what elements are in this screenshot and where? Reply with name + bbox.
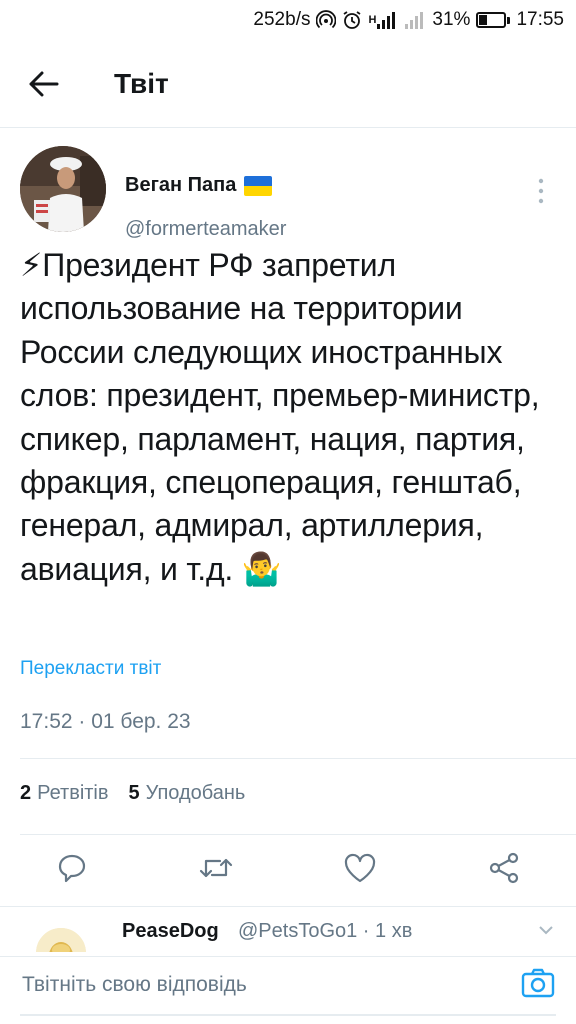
author-name[interactable]: Веган Папа [125, 174, 236, 197]
retweet-icon [199, 858, 233, 878]
arrow-left-icon [29, 71, 59, 96]
back-button[interactable] [14, 54, 74, 114]
ukraine-flag-icon [244, 175, 273, 196]
likes-stat[interactable]: 5 Уподобань [129, 782, 246, 805]
camera-icon [521, 968, 555, 998]
status-bar: 252b/s H 31% 17:55 [0, 0, 576, 40]
like-button[interactable] [340, 848, 380, 888]
camera-button[interactable] [520, 965, 556, 1001]
signal-2-icon [404, 11, 426, 29]
heart-icon [344, 853, 376, 883]
tweet-timestamp: 17:52 · 01 бер. 23 [20, 710, 191, 733]
retweets-stat[interactable]: 2 Ретвітів [20, 782, 109, 805]
top-app-bar: Твіт [0, 40, 576, 128]
likes-count: 5 [128, 782, 140, 804]
reply-meta: @PetsToGo1 · 1 хв [238, 920, 413, 942]
tweet-stats: 2 Ретвітів 5 Уподобань [20, 782, 245, 805]
translate-tweet-link[interactable]: Перекласти твіт [20, 658, 161, 680]
network-speed: 252b/s [253, 9, 311, 30]
page-title: Твіт [114, 67, 169, 99]
chevron-down-icon[interactable] [538, 922, 554, 938]
retweet-button[interactable] [196, 848, 236, 888]
tweet-author: Веган Папа @formerteamaker [20, 146, 556, 240]
reply-composer [0, 956, 576, 1024]
more-options-button[interactable] [534, 176, 548, 206]
hotspot-icon [316, 10, 337, 30]
retweets-label: Ретвітів [37, 782, 109, 804]
clock: 17:55 [516, 9, 564, 30]
tweet-actions [0, 830, 576, 910]
reply-avatar[interactable] [36, 928, 86, 952]
reply-icon [58, 854, 86, 883]
alarm-icon [342, 10, 362, 30]
reply-preview[interactable]: PeaseDog @PetsToGo1 · 1 хв [0, 906, 576, 952]
reply-author-name[interactable]: PeaseDog [122, 920, 219, 943]
reply-input[interactable] [22, 967, 492, 1003]
share-icon [489, 852, 519, 884]
battery-icon [476, 12, 511, 28]
author-handle[interactable]: @formerteamaker [125, 218, 286, 241]
signal-icon: H [368, 11, 398, 29]
share-button[interactable] [484, 848, 524, 888]
vertical-dots-icon [538, 178, 544, 204]
composer-underline [20, 1014, 556, 1016]
avatar[interactable] [20, 146, 106, 232]
retweets-count: 2 [20, 782, 32, 804]
divider [20, 758, 576, 759]
battery-percent: 31% [432, 9, 471, 30]
likes-label: Уподобань [145, 782, 246, 804]
tweet-text: ⚡Президент РФ запретил использование на … [20, 247, 540, 587]
reply-button[interactable] [52, 848, 92, 888]
